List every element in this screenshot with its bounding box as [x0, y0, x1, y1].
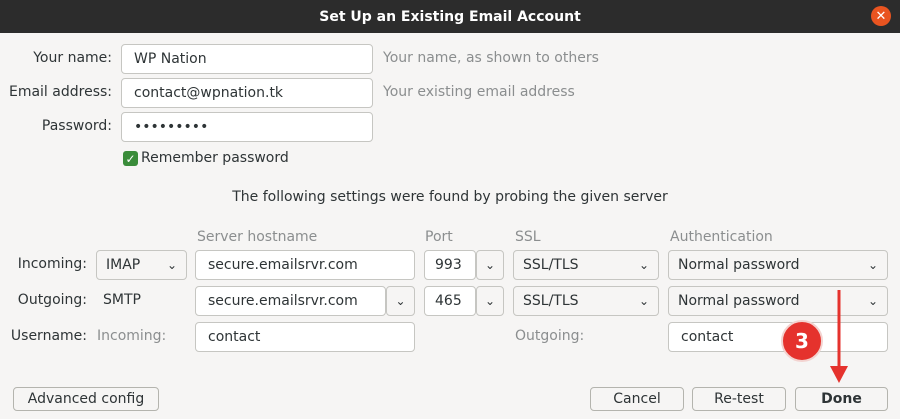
window-titlebar: Set Up an Existing Email Account ✕: [0, 0, 900, 33]
password-input[interactable]: •••••••••: [121, 112, 373, 142]
chevron-down-icon: ⌄: [484, 258, 496, 272]
column-header-port: Port: [425, 229, 453, 245]
incoming-hostname-input[interactable]: secure.emailsrvr.com: [195, 250, 415, 280]
username-incoming-label: Incoming:: [97, 328, 167, 344]
done-button[interactable]: Done: [795, 387, 888, 411]
incoming-protocol-value: IMAP: [106, 257, 141, 273]
close-button[interactable]: ✕: [871, 6, 891, 26]
outgoing-hostname-dropdown[interactable]: ⌄: [386, 286, 415, 316]
name-input[interactable]: WP Nation: [121, 44, 373, 74]
password-label: Password:: [41, 118, 112, 134]
email-label: Email address:: [8, 84, 112, 100]
remember-password-label: Remember password: [141, 150, 289, 166]
username-incoming-input[interactable]: contact: [195, 322, 415, 352]
outgoing-ssl-value: SSL/TLS: [523, 293, 579, 309]
column-header-hostname: Server hostname: [197, 229, 318, 245]
incoming-auth-value: Normal password: [678, 257, 800, 273]
outgoing-ssl-select[interactable]: SSL/TLS ⌄: [513, 286, 659, 316]
window-title: Set Up an Existing Email Account: [319, 8, 581, 25]
incoming-protocol-select[interactable]: IMAP ⌄: [96, 250, 187, 280]
outgoing-label: Outgoing:: [17, 292, 87, 308]
incoming-ssl-select[interactable]: SSL/TLS ⌄: [513, 250, 659, 280]
email-hint: Your existing email address: [383, 84, 575, 100]
probe-message: The following settings were found by pro…: [232, 189, 668, 205]
step-number-badge: 3: [781, 320, 823, 362]
column-header-auth: Authentication: [670, 229, 773, 245]
username-outgoing-input[interactable]: contact: [668, 322, 888, 352]
remember-password-checkbox[interactable]: ✓: [123, 151, 138, 166]
chevron-down-icon: ⌄: [166, 258, 177, 272]
username-outgoing-label: Outgoing:: [515, 328, 585, 344]
incoming-label: Incoming:: [17, 256, 87, 272]
incoming-port-input[interactable]: 993: [424, 250, 476, 280]
incoming-port-dropdown[interactable]: ⌄: [476, 250, 504, 280]
name-label: Your name:: [33, 50, 112, 66]
outgoing-port-dropdown[interactable]: ⌄: [476, 286, 504, 316]
annotation-arrow-icon: [830, 290, 848, 383]
chevron-down-icon: ⌄: [867, 258, 878, 272]
outgoing-hostname-input[interactable]: secure.emailsrvr.com: [195, 286, 386, 316]
outgoing-port-input[interactable]: 465: [424, 286, 476, 316]
checkmark-icon: ✓: [125, 151, 136, 166]
name-hint: Your name, as shown to others: [383, 50, 599, 66]
chevron-down-icon: ⌄: [484, 294, 496, 308]
email-input[interactable]: contact@wpnation.tk: [121, 78, 373, 108]
column-header-ssl: SSL: [515, 229, 541, 245]
username-label: Username:: [10, 328, 87, 344]
outgoing-auth-select[interactable]: Normal password ⌄: [668, 286, 888, 316]
chevron-down-icon: ⌄: [638, 258, 649, 272]
chevron-down-icon: ⌄: [395, 294, 406, 308]
chevron-down-icon: ⌄: [867, 294, 878, 308]
retest-button[interactable]: Re-test: [692, 387, 786, 411]
chevron-down-icon: ⌄: [638, 294, 649, 308]
close-icon: ✕: [875, 8, 887, 24]
cancel-button[interactable]: Cancel: [590, 387, 684, 411]
outgoing-protocol: SMTP: [103, 292, 141, 308]
advanced-config-button[interactable]: Advanced config: [13, 387, 159, 411]
outgoing-auth-value: Normal password: [678, 293, 800, 309]
incoming-ssl-value: SSL/TLS: [523, 257, 579, 273]
incoming-auth-select[interactable]: Normal password ⌄: [668, 250, 888, 280]
